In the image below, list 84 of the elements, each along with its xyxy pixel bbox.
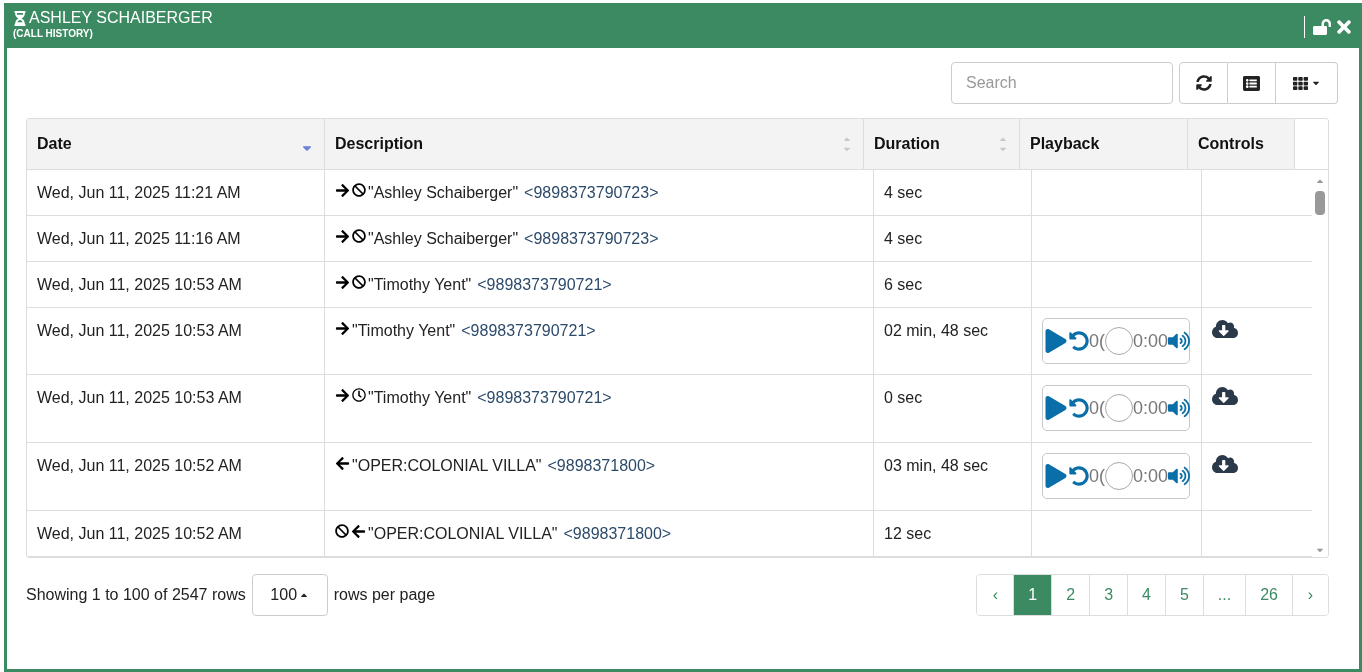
play-icon[interactable]	[1045, 396, 1067, 421]
replay-icon[interactable]	[1069, 466, 1089, 487]
table-cell: 03 min, 48 sec	[874, 443, 1032, 511]
list-view-button[interactable]	[1228, 62, 1276, 104]
right-arrow-icon	[335, 274, 350, 290]
table-cell: 0 sec	[874, 375, 1032, 443]
seek-thumb[interactable]	[1105, 462, 1133, 491]
left-arrow-icon	[335, 456, 350, 472]
blocked-icon	[352, 183, 366, 197]
blocked-icon	[335, 524, 349, 539]
page-link[interactable]: 1	[1013, 575, 1052, 615]
right-arrow-icon	[335, 183, 350, 198]
caller-name: "Ashley Schaiberger"	[368, 228, 519, 249]
column-header[interactable]: Playback	[1020, 119, 1188, 169]
table-cell: Wed, Jun 11, 2025 11:16 AM	[27, 215, 325, 261]
table-cell: Wed, Jun 11, 2025 11:21 AM	[27, 170, 325, 215]
column-header[interactable]: Controls	[1188, 119, 1295, 169]
replay-icon[interactable]	[1069, 330, 1089, 351]
rows-summary: Showing 1 to 100 of 2547 rows	[26, 585, 246, 605]
refresh-button[interactable]	[1179, 62, 1228, 104]
elapsed-time: 0(	[1089, 331, 1105, 350]
left-arrow-icon	[351, 524, 366, 540]
table-cell: 6 sec	[874, 261, 1032, 307]
table-cell: 02 min, 48 sec	[874, 307, 1032, 375]
blocked-icon	[352, 274, 366, 289]
volume-icon[interactable]	[1168, 397, 1191, 420]
volume-icon[interactable]	[1168, 465, 1191, 488]
right-arrow-icon	[335, 388, 350, 404]
right-arrow-icon	[335, 320, 350, 336]
blocked-icon	[352, 228, 366, 243]
phone-number: <9898373790721>	[477, 274, 612, 295]
volume-icon[interactable]	[1168, 329, 1191, 352]
phone-number: <9898373790721>	[461, 320, 596, 341]
elapsed-time: 0(	[1089, 399, 1105, 418]
page-size-label: rows per page	[333, 585, 436, 605]
download-icon[interactable]	[1212, 453, 1238, 476]
total-time: 0:00	[1133, 331, 1169, 350]
grid-icon	[1292, 75, 1309, 91]
close-icon[interactable]	[1335, 17, 1353, 37]
seek-thumb[interactable]	[1105, 394, 1133, 423]
right-arrow-icon	[335, 228, 350, 244]
play-icon[interactable]	[1045, 328, 1067, 353]
table-cell: 4 sec	[874, 170, 1032, 215]
unlock-icon[interactable]	[1313, 18, 1331, 36]
phone-number: <9898373790721>	[477, 388, 612, 409]
refresh-icon	[1195, 75, 1212, 91]
caller-name: "Timothy Yent"	[352, 320, 456, 341]
page-size-dropdown[interactable]: 100	[251, 574, 328, 616]
search-field[interactable]: Search	[951, 62, 1173, 104]
list-icon	[1243, 74, 1260, 92]
page-link[interactable]: ›	[1292, 575, 1328, 615]
caller-name: "OPER:COLONIAL VILLA"	[368, 524, 558, 545]
phone-number: <9898373790723>	[524, 183, 659, 203]
column-header[interactable]: Date	[27, 119, 325, 169]
column-header[interactable]: Duration	[864, 119, 1020, 169]
hourglass-icon	[13, 10, 27, 26]
table-cell: 12 sec	[874, 511, 1032, 556]
table-cell: Wed, Jun 11, 2025 10:53 AM	[27, 307, 325, 375]
phone-number: <9898371800>	[563, 524, 672, 545]
clock-icon	[352, 388, 366, 403]
total-time: 0:00	[1133, 467, 1169, 486]
play-icon[interactable]	[1045, 464, 1067, 489]
window-subtitle: (CALL HISTORY)	[13, 28, 94, 40]
caller-name: "Ashley Schaiberger"	[368, 183, 519, 203]
columns-button[interactable]	[1276, 62, 1338, 104]
caller-name: "Timothy Yent"	[368, 274, 472, 295]
download-icon[interactable]	[1212, 317, 1238, 340]
caller-name: "OPER:COLONIAL VILLA"	[352, 456, 542, 477]
table-cell: Wed, Jun 11, 2025 10:53 AM	[27, 261, 325, 307]
table-cell: 4 sec	[874, 215, 1032, 261]
phone-number: <9898371800>	[547, 456, 656, 477]
column-header[interactable]: Description	[325, 119, 864, 169]
seek-thumb[interactable]	[1105, 326, 1133, 355]
total-time: 0:00	[1133, 399, 1169, 418]
caller-name: "Timothy Yent"	[368, 388, 472, 409]
window-title: ASHLEY SCHAIBERGER	[29, 8, 213, 28]
table-cell: Wed, Jun 11, 2025 10:53 AM	[27, 375, 325, 443]
replay-icon[interactable]	[1069, 398, 1089, 419]
scrollbar-thumb[interactable]	[1315, 191, 1325, 215]
download-icon[interactable]	[1212, 385, 1238, 408]
elapsed-time: 0(	[1089, 467, 1105, 486]
table-cell: Wed, Jun 11, 2025 10:52 AM	[27, 511, 325, 556]
table-cell: Wed, Jun 11, 2025 10:52 AM	[27, 443, 325, 511]
phone-number: <9898373790723>	[524, 228, 659, 249]
